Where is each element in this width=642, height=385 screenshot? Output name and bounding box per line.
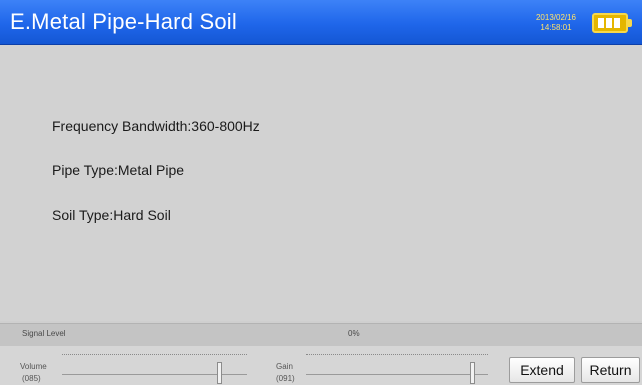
volume-label: Volume [20,362,47,371]
clock: 2013/02/16 14:58:01 [528,13,584,33]
battery-terminal [628,19,632,27]
volume-value: (085) [22,374,41,383]
time-text: 14:58:01 [540,23,572,32]
battery-cell [606,18,612,28]
battery-cell [598,18,604,28]
extend-button[interactable]: Extend [509,357,575,383]
gain-track[interactable] [306,374,488,375]
pipe-type-text: Pipe Type:Metal Pipe [52,162,185,178]
volume-slider-thumb[interactable] [217,362,223,384]
battery-cell [614,18,620,28]
page-title: E.Metal Pipe-Hard Soil [10,9,237,34]
title-bar: E.Metal Pipe-Hard Soil 2013/02/16 14:58:… [0,0,642,45]
signal-level-label: Signal Level [22,329,66,338]
frequency-bandwidth-text: Frequency Bandwidth:360-800Hz [52,118,260,134]
battery-full-icon [592,13,628,33]
volume-scale [62,354,247,357]
return-button[interactable]: Return [581,357,640,383]
signal-level-bar: Signal Level 0% [0,323,642,347]
gain-scale [306,354,488,357]
soil-type-text: Soil Type:Hard Soil [52,207,171,223]
date-text: 2013/02/16 [535,13,577,22]
settings-panel [0,45,642,321]
gain-value: (091) [276,374,295,383]
gain-slider-thumb[interactable] [469,362,475,384]
signal-level-value: 0% [348,329,360,338]
gain-label: Gain [276,362,293,371]
